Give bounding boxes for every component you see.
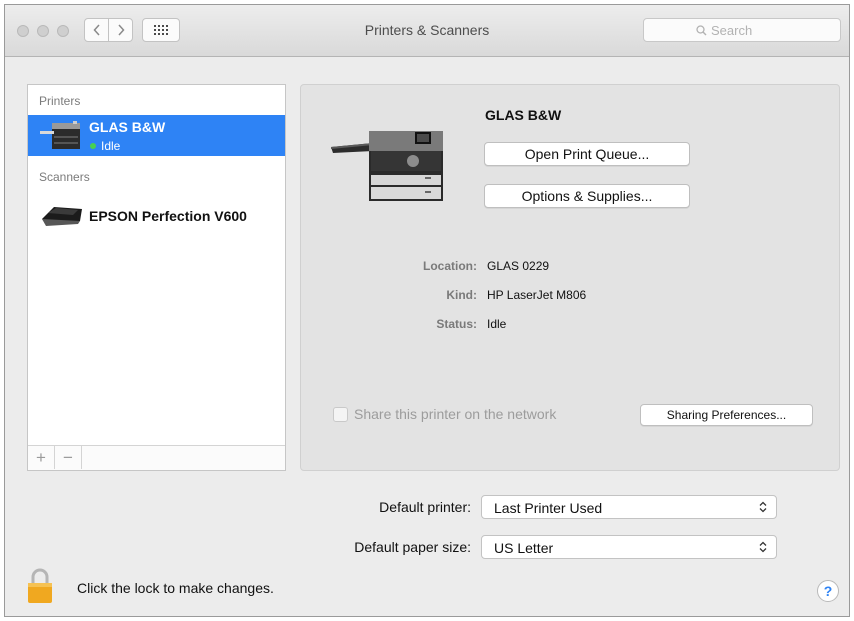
printer-title: GLAS B&W: [485, 107, 562, 123]
search-field[interactable]: Search: [643, 18, 841, 42]
default-printer-label: Default printer:: [379, 499, 471, 515]
printer-status: Idle: [90, 139, 120, 153]
scanners-section-header: Scanners: [39, 170, 90, 184]
help-button[interactable]: ?: [817, 580, 839, 602]
default-paper-size-value: US Letter: [494, 540, 554, 556]
search-icon: [696, 25, 707, 36]
share-printer-checkbox[interactable]: [333, 407, 348, 422]
sharing-preferences-button[interactable]: Sharing Preferences...: [640, 404, 813, 426]
stepper-arrows-icon: [759, 540, 767, 556]
printer-item-glas-bw[interactable]: GLAS B&W Idle: [28, 115, 285, 156]
printers-scanners-window: Printers & Scanners Search Printers GLAS…: [4, 4, 850, 617]
stepper-arrows-icon: [759, 500, 767, 516]
add-device-button[interactable]: +: [28, 446, 55, 469]
printer-large-image: [331, 131, 443, 201]
printer-status-text: Idle: [101, 139, 121, 153]
default-paper-size-select[interactable]: US Letter: [481, 535, 777, 559]
lock-icon[interactable]: [27, 568, 53, 604]
sidebar-footer: + −: [28, 445, 285, 470]
scanner-item-epson[interactable]: EPSON Perfection V600: [28, 193, 285, 238]
default-paper-size-label: Default paper size:: [354, 539, 471, 555]
share-printer-label: Share this printer on the network: [354, 406, 557, 422]
printer-name: GLAS B&W: [89, 119, 166, 135]
status-value: Idle: [487, 317, 507, 331]
options-supplies-button[interactable]: Options & Supplies...: [484, 184, 690, 208]
default-printer-select[interactable]: Last Printer Used: [481, 495, 777, 519]
scanner-icon: [42, 207, 82, 226]
lock-message: Click the lock to make changes.: [77, 580, 274, 596]
open-print-queue-button[interactable]: Open Print Queue...: [484, 142, 690, 166]
status-dot-icon: [90, 143, 96, 149]
printer-detail-panel: GLAS B&W Open Print Queue... Options & S…: [300, 84, 840, 471]
kind-label: Kind:: [446, 288, 477, 302]
remove-device-button[interactable]: −: [55, 446, 82, 469]
search-placeholder: Search: [711, 23, 753, 38]
printer-icon: [40, 121, 80, 149]
device-list: Printers GLAS B&W Idle Scanners EPSON Pe…: [27, 84, 286, 471]
printers-section-header: Printers: [39, 94, 81, 108]
location-label: Location:: [423, 259, 477, 273]
location-value: GLAS 0229: [487, 259, 550, 273]
status-label: Status:: [436, 317, 477, 331]
kind-value: HP LaserJet M806: [487, 288, 587, 302]
default-printer-value: Last Printer Used: [494, 500, 603, 516]
scanner-name: EPSON Perfection V600: [89, 208, 247, 224]
title-bar: Printers & Scanners Search: [5, 5, 849, 57]
